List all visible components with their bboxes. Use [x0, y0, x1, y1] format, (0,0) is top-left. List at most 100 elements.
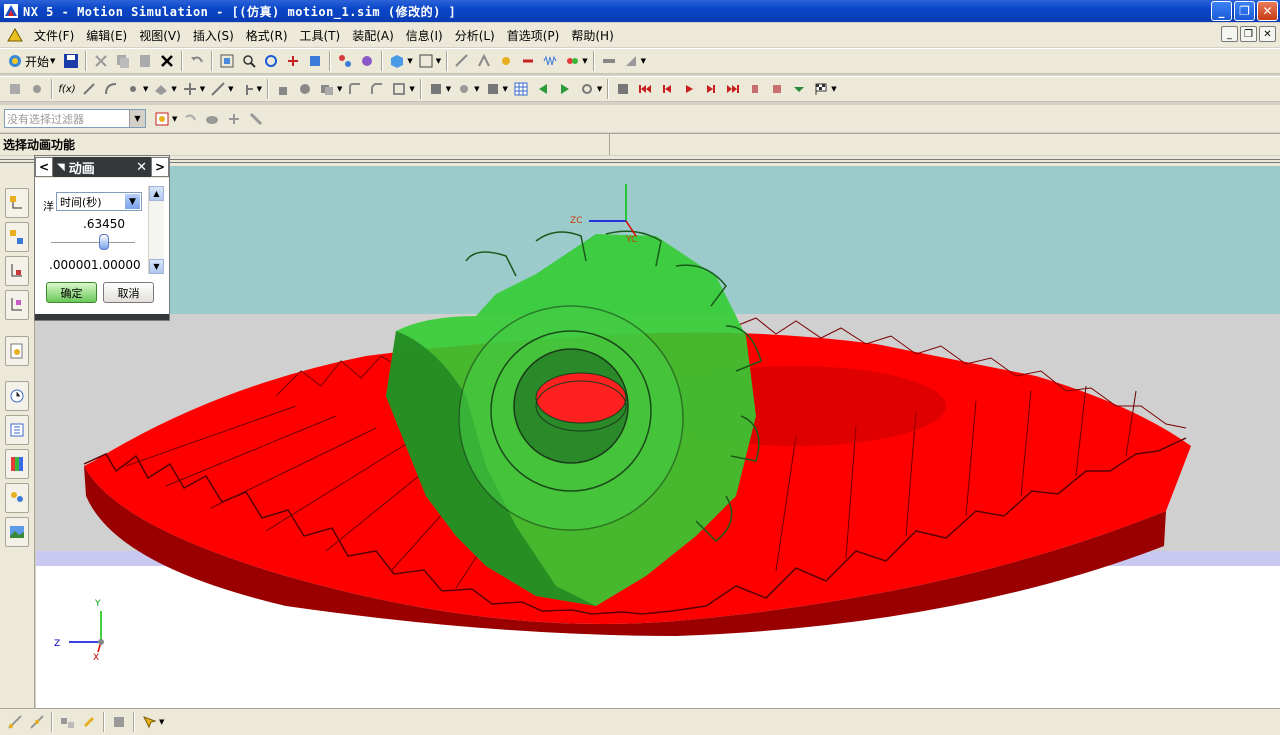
dialog-forward-button[interactable]: >	[151, 157, 169, 177]
motion-gear-button[interactable]	[357, 51, 377, 71]
pick-mode-button[interactable]	[139, 712, 159, 732]
system-materials-tab[interactable]	[5, 415, 29, 445]
grid-button[interactable]	[511, 79, 531, 99]
motion-joint-button[interactable]	[335, 51, 355, 71]
delete-button[interactable]	[157, 51, 177, 71]
analysis-button[interactable]	[474, 51, 494, 71]
cut-button[interactable]	[91, 51, 111, 71]
driver-button[interactable]	[518, 51, 538, 71]
close-button[interactable]: ✕	[1257, 1, 1278, 21]
point-button[interactable]	[123, 79, 143, 99]
graphics-window[interactable]: ZC YC Y Z X	[36, 166, 1280, 708]
render-style-button[interactable]	[305, 51, 325, 71]
layout-button[interactable]	[416, 51, 436, 71]
arc-button[interactable]	[101, 79, 121, 99]
anim-first-button[interactable]	[635, 79, 655, 99]
motion-navigator-tab[interactable]	[5, 188, 29, 218]
chevron-down-icon[interactable]: ▼	[129, 110, 145, 127]
menu-info[interactable]: 信息(I)	[400, 27, 449, 44]
menu-preferences[interactable]: 首选项(P)	[501, 27, 566, 44]
clip-button[interactable]	[621, 51, 641, 71]
snap-button[interactable]	[202, 109, 222, 129]
menu-file[interactable]: 文件(F)	[28, 27, 80, 44]
menu-tools[interactable]: 工具(T)	[294, 27, 347, 44]
scroll-down-icon[interactable]: ▼	[149, 259, 164, 274]
anim-last-button[interactable]	[723, 79, 743, 99]
menu-edit[interactable]: 编辑(E)	[80, 27, 133, 44]
environment-button[interactable]	[5, 79, 25, 99]
contact-button[interactable]	[562, 51, 582, 71]
marker-button[interactable]	[496, 51, 516, 71]
fit-button[interactable]	[217, 51, 237, 71]
anim-pause-button[interactable]	[745, 79, 765, 99]
system-scenes-tab[interactable]	[5, 517, 29, 547]
selection-scope-button[interactable]	[152, 109, 172, 129]
blend-button[interactable]	[345, 79, 365, 99]
zoom-button[interactable]	[239, 51, 259, 71]
menu-insert[interactable]: 插入(S)	[187, 27, 240, 44]
copy-button[interactable]	[113, 51, 133, 71]
link-button[interactable]	[27, 79, 47, 99]
section-button[interactable]	[599, 51, 619, 71]
history-tab[interactable]	[5, 381, 29, 411]
function-button[interactable]: f(x)	[57, 79, 77, 99]
anim-prev-button[interactable]	[657, 79, 677, 99]
hide-button[interactable]	[426, 79, 446, 99]
revolve-button[interactable]	[295, 79, 315, 99]
spring-button[interactable]	[540, 51, 560, 71]
scroll-up-icon[interactable]: ▲	[149, 186, 164, 201]
time-slider-thumb[interactable]	[99, 234, 110, 250]
quick-pick-button[interactable]	[246, 109, 266, 129]
time-mode-select[interactable]: 时间(秒) ▼	[56, 192, 142, 211]
snap-endpoint-button[interactable]	[5, 712, 25, 732]
dialog-close-icon[interactable]: ✕	[136, 160, 151, 175]
boolean-button[interactable]	[317, 79, 337, 99]
csys-button[interactable]	[237, 79, 257, 99]
doc-minimize-button[interactable]: _	[1221, 26, 1238, 42]
refresh-button[interactable]	[577, 79, 597, 99]
minimize-button[interactable]: _	[1211, 1, 1232, 21]
undo-button[interactable]	[187, 51, 207, 71]
edit-object-button[interactable]	[483, 79, 503, 99]
measure-button[interactable]	[452, 51, 472, 71]
anim-mode-button[interactable]	[789, 79, 809, 99]
save-button[interactable]	[61, 51, 81, 71]
part-navigator-tab[interactable]	[5, 256, 29, 286]
dialog-scrollbar[interactable]: ▲ ▼	[148, 186, 164, 274]
deselect-button[interactable]	[180, 109, 200, 129]
doc-restore-button[interactable]: ❐	[1240, 26, 1257, 42]
layer-button[interactable]	[454, 79, 474, 99]
anim-next-button[interactable]	[701, 79, 721, 99]
assembly-navigator-tab[interactable]	[5, 222, 29, 252]
menu-format[interactable]: 格式(R)	[240, 27, 294, 44]
menu-help[interactable]: 帮助(H)	[565, 27, 619, 44]
pan-button[interactable]	[283, 51, 303, 71]
start-button[interactable]: 开始 ▼	[4, 53, 60, 70]
plane-button[interactable]	[151, 79, 171, 99]
menu-view[interactable]: 视图(V)	[133, 27, 187, 44]
anim-stop2-button[interactable]	[767, 79, 787, 99]
anim-play-button[interactable]	[679, 79, 699, 99]
assembly-filter-button[interactable]	[109, 712, 129, 732]
roles-tab[interactable]	[5, 483, 29, 513]
finish-animation-button[interactable]	[811, 79, 831, 99]
ok-button[interactable]: 确定	[46, 282, 97, 303]
menu-logo-icon[interactable]	[6, 26, 24, 44]
forward-button[interactable]	[555, 79, 575, 99]
rotate-button[interactable]	[261, 51, 281, 71]
visualization-tab[interactable]	[5, 449, 29, 479]
dialog-back-button[interactable]: <	[35, 157, 53, 177]
sketch-button[interactable]	[208, 79, 228, 99]
extrude-button[interactable]	[273, 79, 293, 99]
paste-button[interactable]	[135, 51, 155, 71]
view-cube-button[interactable]	[387, 51, 407, 71]
component-button[interactable]	[57, 712, 77, 732]
constraint-navigator-tab[interactable]	[5, 290, 29, 320]
menu-assembly[interactable]: 装配(A)	[346, 27, 400, 44]
datum-button[interactable]	[180, 79, 200, 99]
back-button[interactable]	[533, 79, 553, 99]
doc-close-button[interactable]: ✕	[1259, 26, 1276, 42]
reuse-library-tab[interactable]	[5, 336, 29, 366]
chamfer-button[interactable]	[367, 79, 387, 99]
anim-stop-button[interactable]	[613, 79, 633, 99]
